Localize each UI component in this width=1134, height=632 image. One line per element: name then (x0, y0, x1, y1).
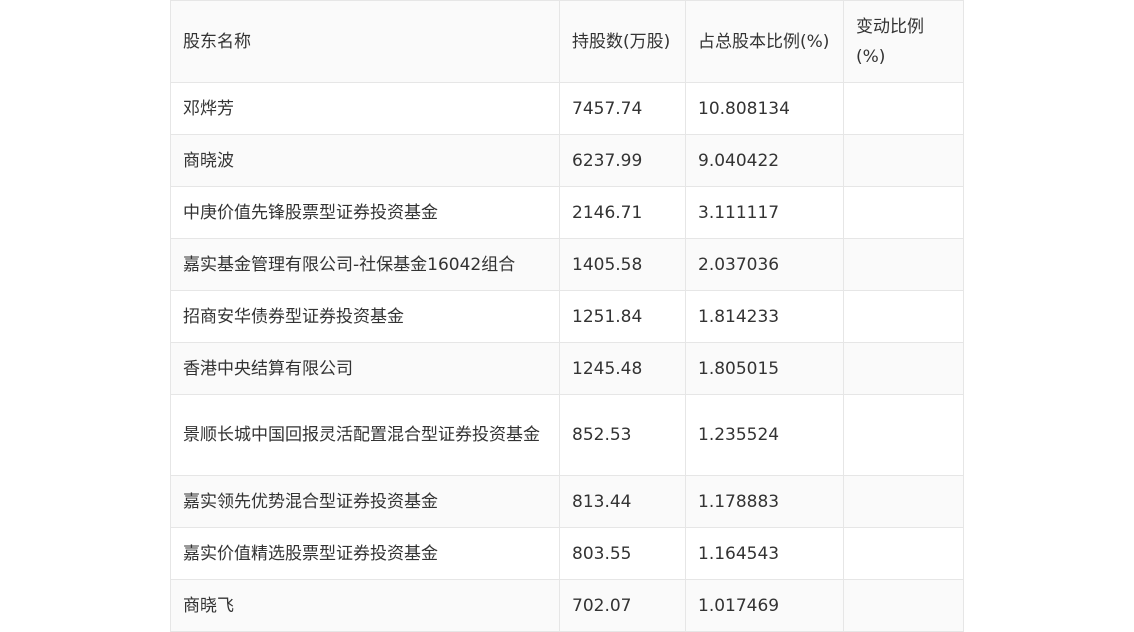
cell-ratio: 1.814233 (685, 290, 844, 343)
cell-ratio: 1.178883 (685, 475, 844, 528)
cell-ratio: 1.164543 (685, 527, 844, 580)
cell-name: 招商安华债券型证券投资基金 (170, 290, 560, 343)
cell-shares: 6237.99 (559, 134, 686, 187)
cell-change (843, 134, 964, 187)
cell-ratio: 9.040422 (685, 134, 844, 187)
table-body: 邓烨芳 7457.74 10.808134 商晓波 6237.99 9.0404… (170, 82, 964, 632)
cell-ratio: 1.235524 (685, 394, 844, 476)
cell-change (843, 475, 964, 528)
cell-change (843, 579, 964, 632)
cell-name: 嘉实基金管理有限公司-社保基金16042组合 (170, 238, 560, 291)
cell-name: 商晓波 (170, 134, 560, 187)
table-row: 中庚价值先锋股票型证券投资基金 2146.71 3.111117 (170, 186, 964, 239)
cell-change (843, 527, 964, 580)
table-row: 嘉实领先优势混合型证券投资基金 813.44 1.178883 (170, 475, 964, 528)
cell-ratio: 2.037036 (685, 238, 844, 291)
page: 股东名称 持股数(万股) 占总股本比例(%) 变动比例(%) 邓烨芳 7457.… (0, 0, 1134, 632)
cell-shares: 1405.58 (559, 238, 686, 291)
cell-name: 景顺长城中国回报灵活配置混合型证券投资基金 (170, 394, 560, 476)
table-header: 股东名称 持股数(万股) 占总股本比例(%) 变动比例(%) (170, 0, 964, 83)
table-row: 招商安华债券型证券投资基金 1251.84 1.814233 (170, 290, 964, 343)
cell-change (843, 290, 964, 343)
header-shares: 持股数(万股) (559, 0, 686, 83)
cell-shares: 1251.84 (559, 290, 686, 343)
cell-change (843, 394, 964, 476)
cell-shares: 1245.48 (559, 342, 686, 395)
header-row: 股东名称 持股数(万股) 占总股本比例(%) 变动比例(%) (170, 0, 964, 83)
cell-change (843, 238, 964, 291)
cell-shares: 7457.74 (559, 82, 686, 135)
table-row: 商晓波 6237.99 9.040422 (170, 134, 964, 187)
table-row: 嘉实价值精选股票型证券投资基金 803.55 1.164543 (170, 527, 964, 580)
cell-shares: 852.53 (559, 394, 686, 476)
cell-name: 邓烨芳 (170, 82, 560, 135)
table-row: 景顺长城中国回报灵活配置混合型证券投资基金 852.53 1.235524 (170, 394, 964, 476)
cell-shares: 2146.71 (559, 186, 686, 239)
cell-name: 香港中央结算有限公司 (170, 342, 560, 395)
table-row: 邓烨芳 7457.74 10.808134 (170, 82, 964, 135)
cell-change (843, 342, 964, 395)
cell-name: 嘉实领先优势混合型证券投资基金 (170, 475, 560, 528)
cell-change (843, 186, 964, 239)
shareholders-table: 股东名称 持股数(万股) 占总股本比例(%) 变动比例(%) 邓烨芳 7457.… (170, 0, 964, 632)
cell-name: 中庚价值先锋股票型证券投资基金 (170, 186, 560, 239)
cell-shares: 813.44 (559, 475, 686, 528)
table-row: 商晓飞 702.07 1.017469 (170, 579, 964, 632)
header-name: 股东名称 (170, 0, 560, 83)
cell-ratio: 1.805015 (685, 342, 844, 395)
cell-ratio: 10.808134 (685, 82, 844, 135)
cell-name: 嘉实价值精选股票型证券投资基金 (170, 527, 560, 580)
header-change: 变动比例(%) (843, 0, 964, 83)
cell-shares: 702.07 (559, 579, 686, 632)
table-row: 香港中央结算有限公司 1245.48 1.805015 (170, 342, 964, 395)
cell-name: 商晓飞 (170, 579, 560, 632)
cell-ratio: 3.111117 (685, 186, 844, 239)
cell-ratio: 1.017469 (685, 579, 844, 632)
cell-shares: 803.55 (559, 527, 686, 580)
header-ratio: 占总股本比例(%) (685, 0, 844, 83)
cell-change (843, 82, 964, 135)
table-row: 嘉实基金管理有限公司-社保基金16042组合 1405.58 2.037036 (170, 238, 964, 291)
